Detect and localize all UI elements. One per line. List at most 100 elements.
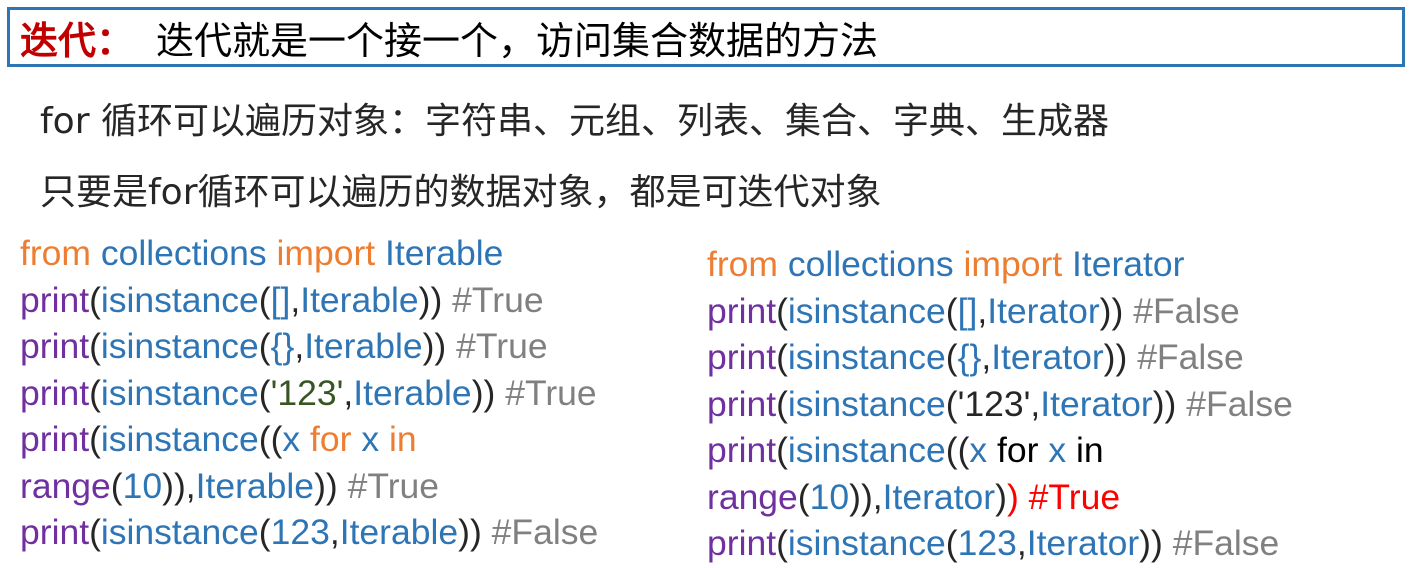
code-token: #True — [505, 372, 597, 413]
code-line: from collections import Iterator — [707, 241, 1293, 288]
code-token: ( — [945, 383, 958, 424]
code-line: print(isinstance({},Iterator)) #False — [707, 334, 1293, 381]
code-token: #False — [1186, 383, 1293, 424]
code-token: , — [981, 337, 992, 377]
code-line: range(10)),Iterable)) #True — [20, 463, 598, 510]
code-line: print(isinstance((x for x in — [20, 416, 598, 463]
code-token: isinstance — [787, 337, 946, 377]
code-token: ) — [995, 476, 1007, 517]
code-token: print — [707, 290, 777, 331]
code-token: ) — [1006, 476, 1019, 517]
code-token: print — [707, 430, 777, 470]
code-token: ( — [797, 476, 810, 517]
code-token: )) — [471, 372, 496, 413]
code-token: #True — [456, 326, 548, 366]
code-token: Iterable — [385, 233, 504, 273]
code-token: x — [969, 430, 988, 470]
code-token: , — [290, 279, 301, 320]
code-token: ( — [945, 337, 958, 377]
code-token: , — [1030, 383, 1041, 424]
code-token: )) — [1152, 383, 1177, 424]
code-token: ( — [776, 337, 788, 377]
code-token: )), — [162, 465, 196, 506]
title-label: 迭代： — [20, 18, 135, 63]
code-token: #True — [452, 279, 544, 320]
code-token: 10 — [122, 465, 163, 506]
code-token: from — [20, 233, 91, 273]
code-token: )) — [422, 326, 447, 366]
code-token: {} — [957, 337, 982, 377]
description-line-2: 只要是for循环可以遍历的数据对象，都是可迭代对象 — [40, 172, 882, 213]
code-token: )) — [1099, 290, 1124, 331]
code-token: ( — [258, 512, 271, 552]
code-token: Iterable — [195, 465, 315, 506]
code-token: ( — [258, 372, 271, 413]
code-line: print(isinstance(123,Iterable)) #False — [20, 509, 598, 556]
code-token: x — [361, 419, 380, 459]
code-token: print — [707, 337, 777, 377]
code-token: isinstance — [100, 326, 259, 366]
code-line: from collections import Iterable — [20, 230, 598, 277]
code-token: , — [294, 326, 305, 366]
code-token: 123 — [957, 523, 1017, 563]
code-token: isinstance — [787, 523, 946, 563]
title-text: 迭代就是一个接一个，访问集合数据的方法 — [156, 18, 879, 63]
code-token: import — [276, 233, 376, 273]
code-token: isinstance — [787, 383, 946, 424]
code-token: Iterator — [882, 476, 996, 517]
code-line: print(isinstance('123',Iterable)) #True — [20, 370, 598, 417]
code-token: #False — [491, 512, 599, 552]
code-token: , — [329, 512, 340, 552]
code-block-iterable: from collections import Iterable print(i… — [20, 230, 598, 556]
code-token: , — [1016, 523, 1027, 563]
code-token: Iterable — [339, 512, 459, 552]
code-token: in — [388, 419, 417, 459]
code-token: collections — [100, 233, 267, 273]
code-token: )) — [314, 465, 338, 506]
code-token: (( — [258, 419, 283, 459]
code-token: isinstance — [787, 290, 946, 331]
code-token: ( — [776, 523, 788, 563]
code-token: isinstance — [100, 372, 259, 413]
code-token: print — [707, 383, 777, 424]
code-token: )), — [849, 476, 883, 517]
code-token: isinstance — [787, 430, 946, 470]
code-token: #False — [1172, 523, 1280, 563]
code-line: print(isinstance((x for x in — [707, 427, 1293, 474]
code-token: Iterator — [1040, 383, 1153, 424]
code-line: range(10)),Iterator)) #True — [707, 474, 1293, 521]
code-token: Iterable — [353, 372, 472, 413]
code-line: print(isinstance([],Iterator)) #False — [707, 288, 1293, 335]
code-token: isinstance — [100, 419, 259, 459]
code-token: print — [20, 512, 90, 552]
code-token: ( — [945, 523, 958, 563]
code-token: ( — [776, 430, 788, 470]
code-token: ( — [89, 326, 101, 366]
code-token: #False — [1137, 337, 1244, 377]
code-token: isinstance — [100, 512, 259, 552]
code-token: )) — [418, 279, 443, 320]
code-token: , — [343, 372, 354, 413]
code-token: ( — [110, 465, 123, 506]
code-token: Iterator — [987, 290, 1100, 331]
code-token: import — [963, 244, 1063, 284]
code-token: ( — [258, 279, 271, 320]
code-line: print(isinstance({},Iterable)) #True — [20, 323, 598, 370]
code-token: for — [997, 430, 1039, 470]
code-token: , — [977, 290, 988, 331]
code-token: range — [707, 476, 798, 517]
code-token: 123 — [270, 512, 330, 552]
code-token: Iterator — [991, 337, 1104, 377]
code-token: {} — [270, 326, 295, 366]
code-token: ( — [776, 383, 788, 424]
code-token: '123' — [957, 383, 1031, 424]
code-token: in — [1075, 430, 1104, 470]
code-token: Iterator — [1026, 523, 1140, 563]
code-token: print — [707, 523, 777, 563]
code-token: ( — [89, 372, 101, 413]
code-token: ( — [776, 290, 788, 331]
code-token: ( — [89, 512, 101, 552]
code-token: (( — [945, 430, 970, 470]
code-token: Iterator — [1072, 244, 1185, 284]
code-token: )) — [1139, 523, 1163, 563]
